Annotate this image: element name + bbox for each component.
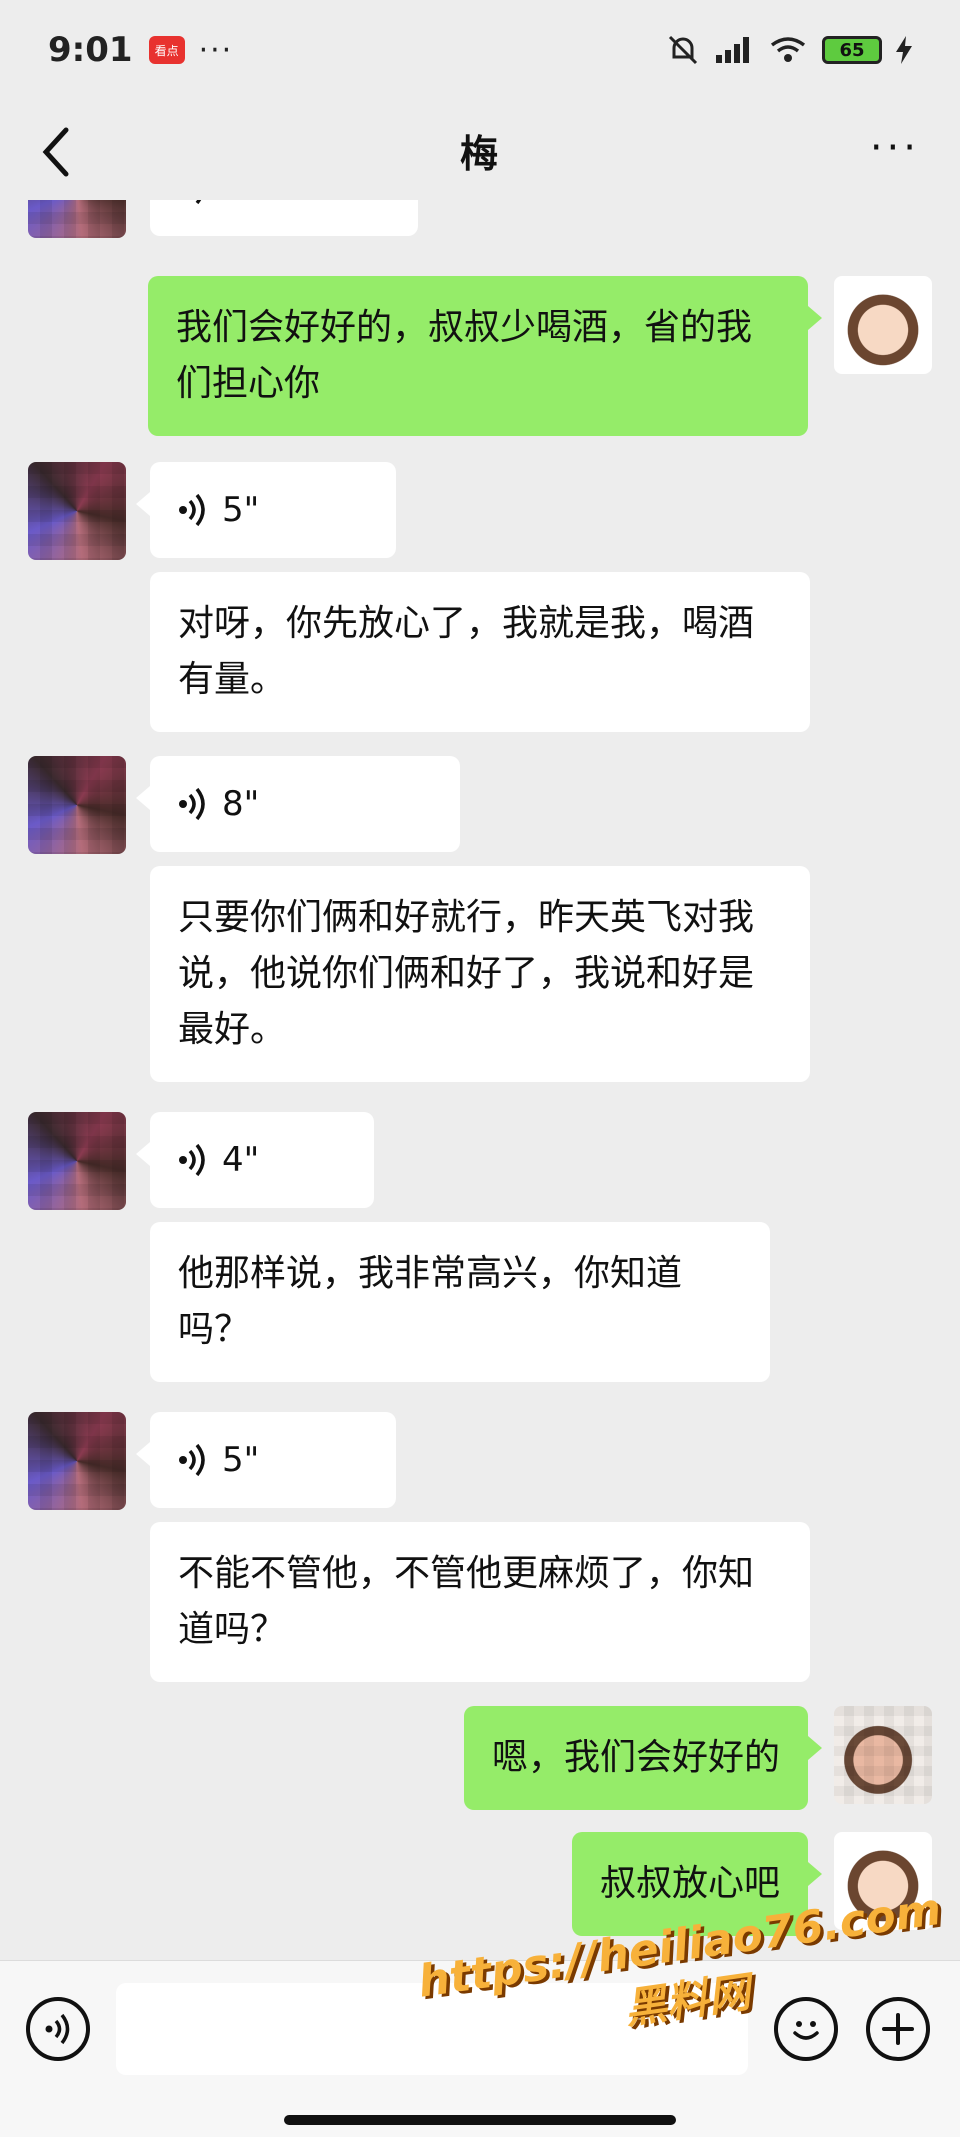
contact-avatar[interactable] [28, 200, 126, 238]
voice-duration: 5" [222, 490, 260, 530]
text-message[interactable]: 只要你们俩和好就行，昨天英飞对我说，他说你们俩和好了，我说和好是最好。 [150, 866, 810, 1082]
text-message[interactable]: 我们会好好的，叔叔少喝酒，省的我们担心你 [148, 276, 822, 436]
status-right: 65 [666, 33, 912, 67]
text-message[interactable]: 他那样说，我非常高兴，你知道吗？ [150, 1222, 770, 1382]
chat-messages[interactable]: 8" 我们会好好的，叔叔少喝酒，省的我们担心你 5" 对呀，你先放心了，我就是我… [0, 200, 960, 1960]
chat-header: 梅 ··· [0, 100, 960, 200]
voice-input-icon[interactable] [26, 1997, 90, 2061]
home-indicator[interactable] [284, 2115, 676, 2125]
input-bar [0, 1960, 960, 2137]
text-message[interactable]: 嗯，我们会好好的 [463, 1706, 823, 1810]
contact-avatar[interactable] [28, 1112, 126, 1210]
more-options-icon[interactable]: ··· [870, 128, 920, 168]
battery-indicator: 65 [822, 36, 882, 64]
text-message[interactable]: 叔叔放心吧 [571, 1832, 823, 1936]
mute-bell-icon [668, 35, 698, 65]
voice-message[interactable]: 5" [136, 462, 396, 558]
chevron-left-icon[interactable] [34, 122, 84, 182]
chat-title: 梅 [459, 131, 500, 176]
voice-wave-icon [179, 1143, 205, 1177]
my-avatar[interactable] [834, 1706, 932, 1804]
wifi-icon [770, 37, 806, 62]
voice-wave-icon [179, 787, 205, 821]
message-input[interactable] [116, 1983, 748, 2075]
text-message[interactable]: 对呀，你先放心了，我就是我，喝酒有量。 [150, 572, 810, 732]
voice-duration: 4" [222, 1140, 260, 1180]
my-avatar[interactable] [834, 276, 932, 374]
voice-message[interactable]: 8" [150, 200, 418, 236]
voice-wave-icon [45, 2013, 70, 2045]
emoji-icon[interactable] [774, 1997, 838, 2061]
voice-message[interactable]: 4" [136, 1112, 374, 1208]
voice-duration: 5" [222, 1440, 260, 1480]
voice-wave-icon [195, 200, 202, 205]
voice-duration: 8" [222, 784, 260, 824]
voice-wave-icon [179, 1443, 205, 1477]
cellular-signal-icon [716, 37, 749, 63]
voice-message[interactable]: 5" [136, 1412, 396, 1508]
status-time: 9:01 [48, 30, 133, 70]
charging-bolt-icon [896, 36, 912, 64]
contact-avatar[interactable] [28, 1412, 126, 1510]
my-avatar[interactable] [834, 1832, 932, 1930]
voice-message[interactable]: 8" [136, 756, 460, 852]
contact-avatar[interactable] [28, 462, 126, 560]
voice-duration: 8" [222, 200, 259, 216]
app-notification-icon: 看点 [148, 36, 185, 64]
contact-avatar[interactable] [28, 756, 126, 854]
more-notifications-icon: ··· [198, 32, 234, 68]
text-message[interactable]: 不能不管他，不管他更麻烦了，你知道吗？ [150, 1522, 810, 1682]
plus-icon[interactable] [866, 1997, 930, 2061]
status-bar: 9:01 看点 ··· 65 [0, 0, 960, 100]
voice-wave-icon [179, 493, 205, 527]
